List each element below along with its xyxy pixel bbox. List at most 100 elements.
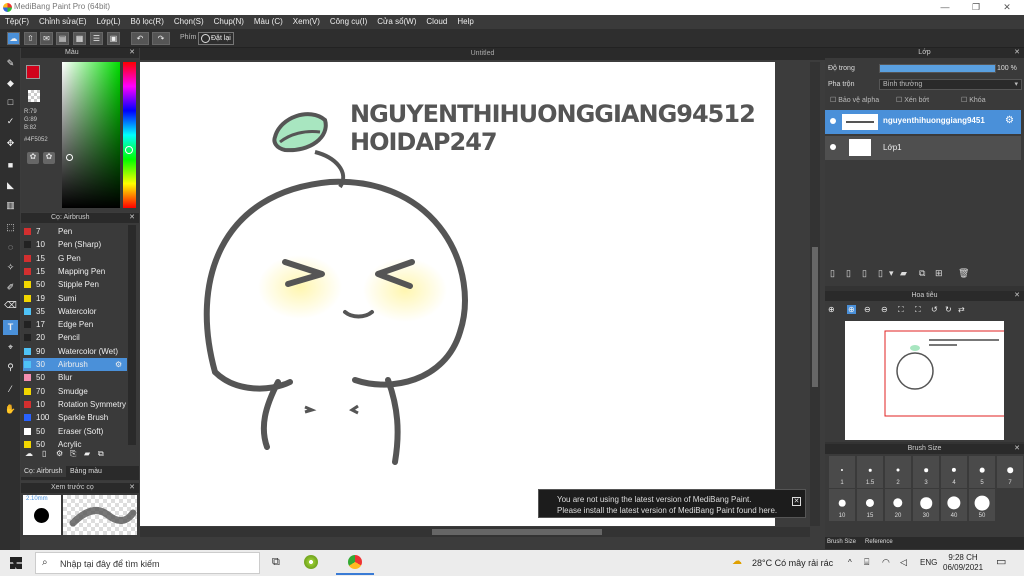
windows-start-icon[interactable]	[10, 557, 22, 569]
brush-size-option[interactable]: 40	[941, 489, 967, 521]
rect-tool-icon[interactable]: □	[3, 95, 18, 110]
fit-window-icon[interactable]: ⛶	[898, 305, 904, 315]
horizontal-scrollbar[interactable]	[140, 527, 810, 537]
dot-tool-icon[interactable]: ✓	[3, 114, 18, 129]
brush-size-option[interactable]: 10	[829, 489, 855, 521]
brush-item[interactable]: 70 Smudge	[23, 385, 127, 398]
close-icon[interactable]: ✕	[1014, 291, 1020, 301]
network-icon[interactable]: ⌸	[864, 557, 869, 568]
brush-item[interactable]: 10 Rotation Symmetry	[23, 398, 127, 411]
zoom-out-icon[interactable]: ⊖	[864, 305, 871, 314]
menu-help[interactable]: Help	[452, 15, 478, 29]
brush-size-option[interactable]: 1.5	[857, 456, 883, 488]
divide-tool-icon[interactable]: ⌖	[3, 340, 18, 355]
taskbar-app-icon[interactable]	[304, 555, 318, 569]
new-layer-icon[interactable]: ▯	[830, 268, 835, 279]
brush-size-option[interactable]: 7	[997, 456, 1023, 488]
close-notice-icon[interactable]: ✕	[792, 497, 801, 506]
operation-tool-icon[interactable]: ⚲	[3, 360, 18, 375]
eye-icon[interactable]	[830, 144, 836, 150]
brush-size-option[interactable]: 1	[829, 456, 855, 488]
menu-edit[interactable]: Chỉnh sửa(E)	[34, 15, 92, 29]
menu-file[interactable]: Tệp(F)	[0, 15, 34, 29]
clipping-checkbox[interactable]: ☐ Xén bớt	[896, 96, 929, 104]
chrome-icon[interactable]	[348, 555, 362, 569]
text-tool-icon[interactable]: T	[3, 320, 18, 335]
layer-menu-icon[interactable]: ▾	[889, 268, 894, 279]
comment-icon[interactable]: ✉	[40, 32, 53, 45]
rotate-left-icon[interactable]: ↺	[931, 305, 938, 314]
cloud-brush-icon[interactable]: ☁	[25, 449, 33, 458]
brush-item[interactable]: 30 Airbrush ⚙	[23, 358, 127, 371]
weather-text[interactable]: 28°C Có mây rải rác	[752, 558, 833, 568]
eyedropper-tool-icon[interactable]: ⁄	[3, 382, 18, 397]
merge-layer-icon[interactable]: ⊞	[935, 268, 943, 279]
select-pen-icon[interactable]: ✐	[3, 280, 18, 295]
gradient-tool-icon[interactable]: ▥	[3, 198, 18, 213]
close-icon[interactable]: ✕	[1014, 48, 1020, 58]
eye-icon[interactable]	[830, 118, 836, 124]
tab-brush[interactable]: Cọ: Airbrush	[21, 466, 66, 477]
vertical-scrollbar[interactable]	[810, 62, 820, 526]
notification-icon[interactable]: ▭	[996, 555, 1006, 568]
brush-item[interactable]: 19 Sumi	[23, 292, 127, 305]
volume-icon[interactable]: ◁	[900, 557, 907, 568]
navigator-preview[interactable]	[845, 321, 1011, 440]
brush-size-option[interactable]: 3	[913, 456, 939, 488]
new-8bit-layer-icon[interactable]: ▯	[862, 268, 867, 279]
eraser-tool-icon[interactable]: ◆	[3, 76, 18, 91]
brush-item[interactable]: 7 Pen	[23, 225, 127, 238]
color-picker-handle[interactable]	[66, 154, 73, 161]
brush-item[interactable]: 50 Eraser (Soft)	[23, 425, 127, 438]
hand-tool-icon[interactable]: ✋	[3, 402, 18, 417]
brush-folder-icon[interactable]: ▰	[84, 449, 90, 458]
flip-icon[interactable]: ⇄	[958, 305, 965, 314]
brush-size-option[interactable]: 2	[885, 456, 911, 488]
task-view-icon[interactable]: ⧉	[272, 556, 280, 569]
hue-slider-handle[interactable]	[125, 146, 133, 154]
new-halftone-layer-icon[interactable]: ▯	[846, 268, 851, 279]
undo-icon[interactable]: ↶	[131, 32, 149, 45]
close-window-button[interactable]: ✕	[992, 1, 1022, 14]
zoom-in-alt-icon[interactable]: ⊕	[847, 305, 856, 314]
magic-wand-icon[interactable]: ✧	[3, 260, 18, 275]
zoom-out-alt-icon[interactable]: ⊖	[881, 305, 888, 314]
menu-filter[interactable]: Bộ lọc(R)	[126, 15, 169, 29]
lasso-tool-icon[interactable]: ◌	[3, 240, 18, 255]
transparent-color-swatch[interactable]	[28, 90, 40, 102]
brush-item[interactable]: 50 Stipple Pen	[23, 278, 127, 291]
foreground-color-swatch[interactable]	[26, 65, 40, 79]
panel-icon[interactable]: ▤	[56, 32, 69, 45]
delete-layer-icon[interactable]: 🗑	[958, 268, 969, 279]
brush-item[interactable]: 100 Sparkle Brush	[23, 411, 127, 424]
menu-layer[interactable]: Lớp(L)	[92, 15, 126, 29]
language-indicator[interactable]: ENG	[920, 558, 937, 567]
duplicate-layer-icon[interactable]: ⧉	[919, 268, 925, 279]
menu-select[interactable]: Chọn(S)	[169, 15, 209, 29]
brush-item[interactable]: 10 Pen (Sharp)	[23, 238, 127, 251]
cloud-icon[interactable]: ☁	[7, 32, 20, 45]
menu-snap[interactable]: Chụp(N)	[209, 15, 249, 29]
snap-reset-button[interactable]: Đặt lại	[198, 32, 234, 45]
blend-mode-select[interactable]: Bình thường ▾	[879, 79, 1022, 90]
bucket-tool-icon[interactable]: ◣	[3, 178, 18, 193]
brush-item[interactable]: 35 Watercolor	[23, 305, 127, 318]
grid-icon[interactable]: ▦	[73, 32, 86, 45]
brush-size-option[interactable]: 20	[885, 489, 911, 521]
menu-cloud[interactable]: Cloud	[421, 15, 452, 29]
new-1bit-layer-icon[interactable]: ▯	[878, 268, 883, 279]
layer-folder-icon[interactable]: ▰	[900, 268, 907, 279]
brush-tool-icon[interactable]: ✎	[3, 56, 18, 71]
brush-item[interactable]: 50 Blur	[23, 371, 127, 384]
upload-icon[interactable]: ⇧	[24, 32, 37, 45]
clock[interactable]: 9:28 CH 06/09/2021	[943, 553, 983, 573]
duplicate-brush-icon[interactable]: ⧉	[98, 449, 104, 459]
chevron-up-icon[interactable]: ^	[848, 558, 852, 567]
brush-size-option[interactable]: 4	[941, 456, 967, 488]
hue-slider[interactable]	[123, 62, 136, 208]
brush-item[interactable]: 20 Pencil	[23, 331, 127, 344]
brush-item[interactable]: 17 Edge Pen	[23, 318, 127, 331]
minimize-button[interactable]: —	[930, 1, 960, 14]
brush-size-option[interactable]: 15	[857, 489, 883, 521]
brush-item[interactable]: 15 Mapping Pen	[23, 265, 127, 278]
